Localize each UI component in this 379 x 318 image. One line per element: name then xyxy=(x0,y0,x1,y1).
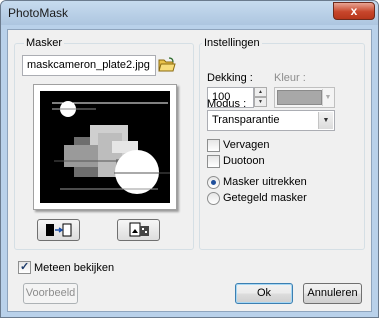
folder-open-icon[interactable] xyxy=(158,57,176,73)
duotone-label: Duotoon xyxy=(223,155,265,167)
chevron-down-icon: ▼ xyxy=(318,112,333,129)
mask-group-label: Masker xyxy=(24,37,65,49)
close-icon: x xyxy=(350,4,358,18)
invert-mask-button[interactable] xyxy=(37,219,80,241)
invert-mask-icon xyxy=(46,223,72,237)
mask-preview xyxy=(33,84,177,210)
fade-checkbox[interactable] xyxy=(207,139,220,152)
checkmark-icon: ✓ xyxy=(20,261,30,273)
color-label: Kleur : xyxy=(274,72,306,84)
mode-label: Modus : xyxy=(207,98,247,110)
spin-up-icon[interactable]: ▲ xyxy=(254,87,267,97)
close-button[interactable]: x xyxy=(333,2,375,20)
mode-select[interactable]: Transparantie ▼ xyxy=(207,110,335,131)
ok-button[interactable]: Ok xyxy=(235,283,293,304)
window-title: PhotoMask xyxy=(8,6,69,20)
title-bar[interactable]: PhotoMask x xyxy=(1,1,378,25)
image-mask-button[interactable] xyxy=(117,219,160,241)
color-picker[interactable]: ▼ xyxy=(274,87,335,108)
image-mask-icon xyxy=(129,222,149,237)
stretch-mask-radio[interactable] xyxy=(207,176,220,189)
opacity-label: Dekking : xyxy=(207,72,253,84)
duotone-checkbox[interactable] xyxy=(207,155,220,168)
radio-selected-dot xyxy=(211,180,216,185)
stretch-mask-label: Masker uitrekken xyxy=(223,176,307,188)
settings-group-label: Instellingen xyxy=(202,37,262,49)
opacity-spinner[interactable]: ▲ ▼ xyxy=(254,87,267,108)
chevron-down-icon: ▼ xyxy=(322,89,333,106)
color-swatch xyxy=(277,90,322,105)
fade-label: Vervagen xyxy=(223,139,270,151)
mode-select-value: Transparantie xyxy=(212,114,280,126)
preview-button[interactable]: Voorbeeld xyxy=(23,283,78,304)
mask-filename-field[interactable]: maskcameron_plate2.jpg xyxy=(22,55,156,76)
mask-preview-image xyxy=(40,91,170,203)
tile-mask-label: Getegeld masker xyxy=(223,192,307,204)
spin-down-icon[interactable]: ▼ xyxy=(254,97,267,107)
cancel-button[interactable]: Annuleren xyxy=(303,283,362,304)
instant-preview-label: Meteen bekijken xyxy=(34,262,115,274)
tile-mask-radio[interactable] xyxy=(207,192,220,205)
instant-preview-checkbox[interactable]: ✓ xyxy=(18,261,31,274)
